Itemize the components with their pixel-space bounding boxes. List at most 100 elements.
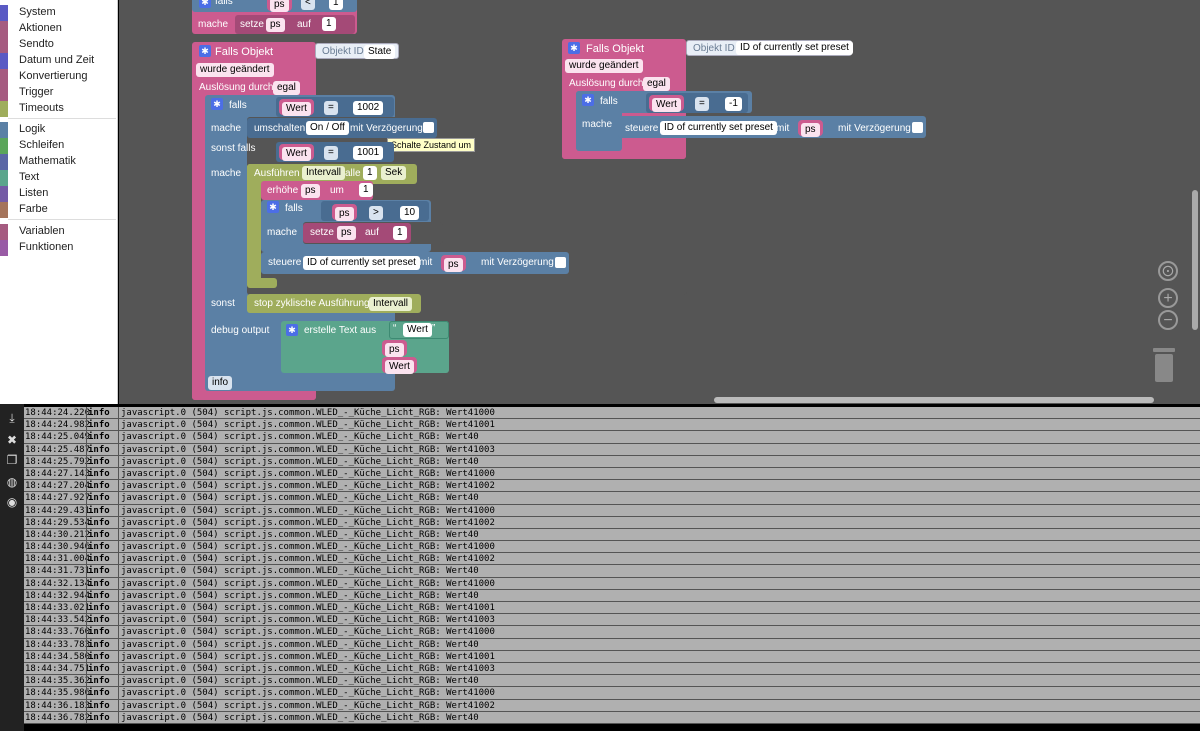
category-color-swatch: [0, 37, 8, 53]
toolbox-category-datum-und-zeit[interactable]: Datum und Zeit: [0, 53, 118, 69]
variable-ps[interactable]: ps: [441, 255, 466, 272]
variable-wert[interactable]: Wert: [649, 95, 684, 112]
log-message: javascript.0 (504) script.js.common.WLED…: [118, 431, 479, 444]
toolbox-category-sendto[interactable]: Sendto: [0, 37, 118, 53]
number-field[interactable]: 10: [400, 206, 420, 220]
number-field[interactable]: 1: [359, 183, 373, 197]
variable-wert[interactable]: Wert: [279, 144, 314, 161]
gear-icon[interactable]: ✱: [199, 45, 211, 57]
interval-name[interactable]: Intervall: [302, 166, 346, 180]
recenter-icon[interactable]: ⊙: [1158, 261, 1178, 281]
toolbox-category-schleifen[interactable]: Schleifen: [0, 138, 118, 154]
toolbox-category-timeouts[interactable]: Timeouts: [0, 101, 118, 117]
object-id-field[interactable]: ID of currently set preset: [303, 256, 420, 270]
object-id-field[interactable]: ID of currently set preset: [660, 121, 777, 135]
toolbox-category-logik[interactable]: Logik: [0, 122, 118, 138]
variable-ps[interactable]: ps: [267, 0, 292, 12]
variable-wert[interactable]: Wert: [382, 357, 417, 374]
zoom-in-icon[interactable]: +: [1158, 288, 1178, 308]
trigger-by-dropdown[interactable]: egal: [643, 77, 670, 91]
compare-op[interactable]: =: [324, 101, 338, 115]
tooltip: Schalte Zustand um: [387, 138, 476, 152]
variable-dropdown[interactable]: ps: [266, 18, 285, 32]
gear-icon[interactable]: ✱: [211, 98, 223, 110]
variable-wert[interactable]: Wert: [279, 99, 314, 116]
toolbox-category-listen[interactable]: Listen: [0, 186, 118, 202]
log-timestamp: 18:44:31.731: [25, 566, 91, 577]
variable-ps[interactable]: ps: [332, 204, 357, 221]
trash-icon[interactable]: [1151, 348, 1177, 382]
toolbox-category-mathematik[interactable]: Mathematik: [0, 154, 118, 170]
filter-icon[interactable]: ◍: [4, 474, 20, 490]
category-color-swatch: [0, 5, 8, 21]
text-field[interactable]: Wert: [403, 323, 432, 337]
compare-op[interactable]: =: [324, 146, 338, 160]
toolbox-category-trigger[interactable]: Trigger: [0, 85, 118, 101]
gear-icon[interactable]: ✱: [199, 0, 211, 8]
log-message: javascript.0 (504) script.js.common.WLED…: [118, 589, 479, 602]
variable-dropdown[interactable]: ps: [337, 226, 356, 240]
compare-op[interactable]: <: [301, 0, 315, 10]
change-dropdown[interactable]: wurde geändert: [196, 63, 274, 77]
log-message: javascript.0 (504) script.js.common.WLED…: [118, 687, 495, 700]
blockly-workspace[interactable]: ✱ falls ps < 1 mache setze ps auf 1 ✱ Fa…: [119, 0, 1200, 404]
control-label: steuere: [625, 123, 659, 134]
number-field[interactable]: 1001: [353, 146, 384, 160]
log-level: info: [86, 638, 110, 651]
object-id-value[interactable]: State: [364, 45, 396, 59]
clear-icon[interactable]: ✖: [4, 432, 20, 448]
toolbox-category-farbe[interactable]: Farbe: [0, 202, 118, 218]
log-message: javascript.0 (504) script.js.common.WLED…: [118, 602, 495, 614]
unit-dropdown[interactable]: Sek: [381, 166, 407, 180]
delay-checkbox[interactable]: [423, 122, 434, 133]
zoom-out-icon[interactable]: −: [1158, 310, 1178, 330]
delay-checkbox[interactable]: [555, 257, 566, 268]
else-label: sonst: [211, 298, 235, 309]
toolbox-category-konvertierung[interactable]: Konvertierung: [0, 69, 118, 85]
category-label: Listen: [19, 187, 49, 199]
do-label: mache: [267, 227, 298, 238]
log-level-dropdown[interactable]: info: [208, 376, 233, 390]
log-row: 18:44:33.783 info javascript.0 (504) scrip…: [24, 638, 1200, 651]
number-field[interactable]: 1: [322, 17, 336, 31]
interval-dropdown[interactable]: Intervall: [369, 297, 413, 311]
compare-op[interactable]: =: [695, 97, 709, 111]
log-row: 18:44:29.431 info javascript.0 (504) scrip…: [24, 504, 1200, 517]
log-row: 18:44:33.542 info javascript.0 (504) scrip…: [24, 614, 1200, 627]
toolbox-category-aktionen[interactable]: Aktionen: [0, 21, 118, 37]
trigger-by-dropdown[interactable]: egal: [273, 81, 300, 95]
scroll-down-icon[interactable]: ⤓: [4, 410, 20, 426]
change-dropdown[interactable]: wurde geändert: [565, 59, 643, 73]
compare-op[interactable]: >: [369, 206, 383, 220]
toolbox-category-text[interactable]: Text: [0, 170, 118, 186]
number-field[interactable]: -1: [725, 97, 742, 111]
variable-ps[interactable]: ps: [798, 120, 823, 137]
number-field[interactable]: 1: [363, 166, 377, 180]
toolbox-category-variablen[interactable]: Variablen: [0, 224, 118, 240]
gear-icon[interactable]: ✱: [286, 324, 298, 336]
log-timestamp: 18:44:30.212: [25, 529, 91, 540]
toolbox-category-system[interactable]: System: [0, 5, 118, 21]
gear-icon[interactable]: ✱: [582, 94, 594, 106]
hide-icon[interactable]: ◉: [4, 494, 20, 510]
toolbox-category-funktionen[interactable]: Funktionen: [0, 240, 118, 256]
log-level: info: [86, 516, 110, 529]
variable-ps[interactable]: ps: [382, 340, 407, 357]
delay-checkbox[interactable]: [912, 122, 923, 133]
number-field[interactable]: 1002: [353, 101, 384, 115]
copy-icon[interactable]: ❐: [4, 452, 20, 468]
log-message: javascript.0 (504) script.js.common.WLED…: [118, 565, 479, 578]
vertical-scrollbar[interactable]: [1192, 190, 1198, 330]
gear-icon[interactable]: ✱: [568, 42, 580, 54]
gear-icon[interactable]: ✱: [267, 201, 279, 213]
log-level: info: [86, 541, 110, 554]
horizontal-scrollbar[interactable]: [714, 397, 1154, 403]
number-field[interactable]: 1: [329, 0, 343, 10]
number-field[interactable]: 1: [393, 226, 407, 240]
log-timestamp: 18:44:36.183: [25, 700, 91, 711]
state-field[interactable]: On / Off: [306, 121, 349, 135]
log-list[interactable]: 18:44:24.220 info javascript.0 (504) scrip…: [24, 407, 1200, 724]
log-message: javascript.0 (504) script.js.common.WLED…: [118, 626, 495, 639]
object-id-value[interactable]: ID of currently set preset: [736, 41, 853, 55]
variable-dropdown[interactable]: ps: [301, 184, 320, 198]
